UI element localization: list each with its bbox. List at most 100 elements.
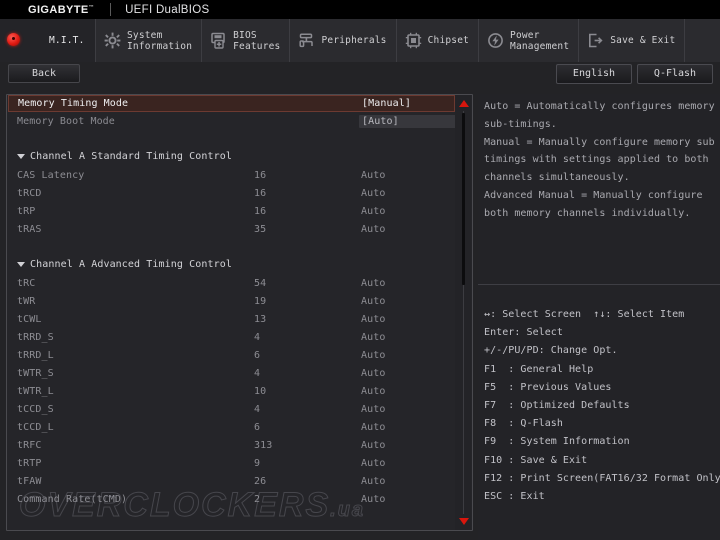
timing-label: tCCD_L <box>17 421 54 433</box>
tab-power-management-label: Power Management <box>510 29 570 52</box>
brand-subtitle: UEFI DualBIOS <box>125 3 210 16</box>
timing-auto-value[interactable]: Auto <box>361 368 385 379</box>
timing-label: CAS Latency <box>17 169 85 181</box>
timing-value: 313 <box>254 439 273 451</box>
timing-value: 54 <box>254 277 267 289</box>
tab-mit-label: M.I.T. <box>49 35 85 46</box>
language-button[interactable]: English <box>556 64 632 84</box>
main-tab-bar: M.I.T. System Information BIOS Features … <box>0 19 720 62</box>
scroll-down-arrow-icon[interactable] <box>459 518 469 525</box>
tab-bios-features[interactable]: BIOS Features <box>202 19 291 62</box>
tab-system-information[interactable]: System Information <box>96 19 203 62</box>
key-legend-line: +/-/PU/PD: Change Opt. <box>484 345 618 357</box>
tab-save-and-exit[interactable]: Save & Exit <box>579 19 686 62</box>
chip-save-icon <box>210 32 227 49</box>
timing-row[interactable]: tWTR_S 4 Auto <box>7 364 455 382</box>
setting-row[interactable]: Memory Boot Mode [Auto] <box>7 112 467 130</box>
timing-row[interactable]: tRC 54 Auto <box>7 274 455 292</box>
tab-power-management[interactable]: Power Management <box>479 19 580 62</box>
timing-row[interactable]: tRTP 9 Auto <box>7 454 455 472</box>
timing-auto-value[interactable]: Auto <box>361 440 385 451</box>
help-line: Auto = Automatically configures memory <box>484 101 715 112</box>
timing-auto-value[interactable]: Auto <box>361 422 385 433</box>
timing-value: 4 <box>254 367 261 379</box>
setting-option-value[interactable]: [Auto] <box>359 114 467 128</box>
scrollbar-thumb[interactable] <box>462 113 465 285</box>
back-button[interactable]: Back <box>8 64 80 83</box>
timing-value: 2 <box>254 493 261 505</box>
timing-row[interactable]: Command Rate(tCMD) 2 Auto <box>7 490 455 508</box>
timing-row[interactable]: tRRD_L 6 Auto <box>7 346 455 364</box>
tab-chipset[interactable]: Chipset <box>397 19 480 62</box>
timing-row[interactable]: tWR 19 Auto <box>7 292 455 310</box>
timing-auto-value[interactable]: Auto <box>361 494 385 505</box>
timing-row[interactable]: tRRD_S 4 Auto <box>7 328 455 346</box>
brand-divider <box>110 3 112 16</box>
timing-row[interactable]: tRP 16 Auto <box>7 202 455 220</box>
tab-system-information-label: System Information <box>127 29 193 52</box>
tab-peripherals[interactable]: Peripherals <box>290 19 397 62</box>
timing-value: 13 <box>254 313 267 325</box>
section-header[interactable]: Channel A Advanced Timing Control <box>7 254 455 274</box>
tab-save-and-exit-label: Save & Exit <box>610 35 676 46</box>
timing-row[interactable]: tWTR_L 10 Auto <box>7 382 455 400</box>
timing-auto-value[interactable]: Auto <box>361 476 385 487</box>
timing-auto-value[interactable]: Auto <box>361 386 385 397</box>
timing-row[interactable]: tRAS 35 Auto <box>7 220 455 238</box>
timing-auto-value[interactable]: Auto <box>361 296 385 307</box>
timing-label: tRFC <box>17 439 42 451</box>
help-divider <box>478 284 720 285</box>
timing-value: 19 <box>254 295 267 307</box>
key-legend-line: F8 : Q-Flash <box>484 418 563 430</box>
tab-mit[interactable]: M.I.T. <box>0 19 96 62</box>
setting-row[interactable]: Memory Timing Mode [Manual] <box>8 95 455 112</box>
key-legend-line: F5 : Previous Values <box>484 381 612 393</box>
help-panel: Auto = Automatically configures memory su… <box>478 94 720 540</box>
timing-label: tFAW <box>17 475 42 487</box>
timing-row[interactable]: CAS Latency 16 Auto <box>7 166 455 184</box>
key-legend-line: ↔: Select Screen ↑↓: Select Item <box>484 309 685 320</box>
timing-auto-value[interactable]: Auto <box>361 224 385 235</box>
qflash-button[interactable]: Q-Flash <box>637 64 713 84</box>
setting-option-value[interactable]: [Manual] <box>361 98 411 109</box>
timing-auto-value[interactable]: Auto <box>361 188 385 199</box>
timing-value: 35 <box>254 223 267 235</box>
timing-label: tRCD <box>17 187 42 199</box>
timing-row[interactable]: tRCD 16 Auto <box>7 184 455 202</box>
timing-auto-value[interactable]: Auto <box>361 314 385 325</box>
timing-auto-value[interactable]: Auto <box>361 332 385 343</box>
timing-row[interactable]: tRFC 313 Auto <box>7 436 455 454</box>
help-line: both memory channels individually. <box>484 207 691 219</box>
settings-scrollbar[interactable] <box>455 95 471 530</box>
lightning-icon <box>487 32 504 49</box>
trademark-symbol: ™ <box>88 3 95 10</box>
key-legend-line: F12 : Print Screen(FAT16/32 Format Only) <box>484 472 720 484</box>
timing-value: 4 <box>254 331 261 343</box>
timing-auto-value[interactable]: Auto <box>361 170 385 181</box>
help-text: Auto = Automatically configures memory su… <box>484 98 716 223</box>
timing-auto-value[interactable]: Auto <box>361 458 385 469</box>
timing-row[interactable]: tCWL 13 Auto <box>7 310 455 328</box>
timing-row[interactable]: tCCD_S 4 Auto <box>7 400 455 418</box>
help-line: Manual = Manually configure memory sub <box>484 136 715 148</box>
gear-icon <box>104 32 121 49</box>
timing-auto-value[interactable]: Auto <box>361 404 385 415</box>
help-line: channels simultaneously. <box>484 172 630 184</box>
scroll-up-arrow-icon[interactable] <box>459 100 469 107</box>
timing-auto-value[interactable]: Auto <box>361 206 385 217</box>
timing-label: tRTP <box>17 457 42 469</box>
timing-row[interactable]: tFAW 26 Auto <box>7 472 455 490</box>
timing-value: 16 <box>254 169 267 181</box>
gigabyte-logo: GIGABYTE™ <box>28 3 95 16</box>
timing-value: 4 <box>254 403 261 415</box>
setting-label: Memory Timing Mode <box>18 98 129 109</box>
timing-row[interactable]: tCCD_L 6 Auto <box>7 418 455 436</box>
bios-screen: GIGABYTE™ UEFI DualBIOS M.I.T. System In… <box>0 0 720 540</box>
timing-auto-value[interactable]: Auto <box>361 350 385 361</box>
section-header[interactable]: Channel A Standard Timing Control <box>7 146 455 166</box>
timing-label: tRC <box>17 277 36 289</box>
exit-door-icon <box>587 32 604 49</box>
timing-auto-value[interactable]: Auto <box>361 278 385 289</box>
